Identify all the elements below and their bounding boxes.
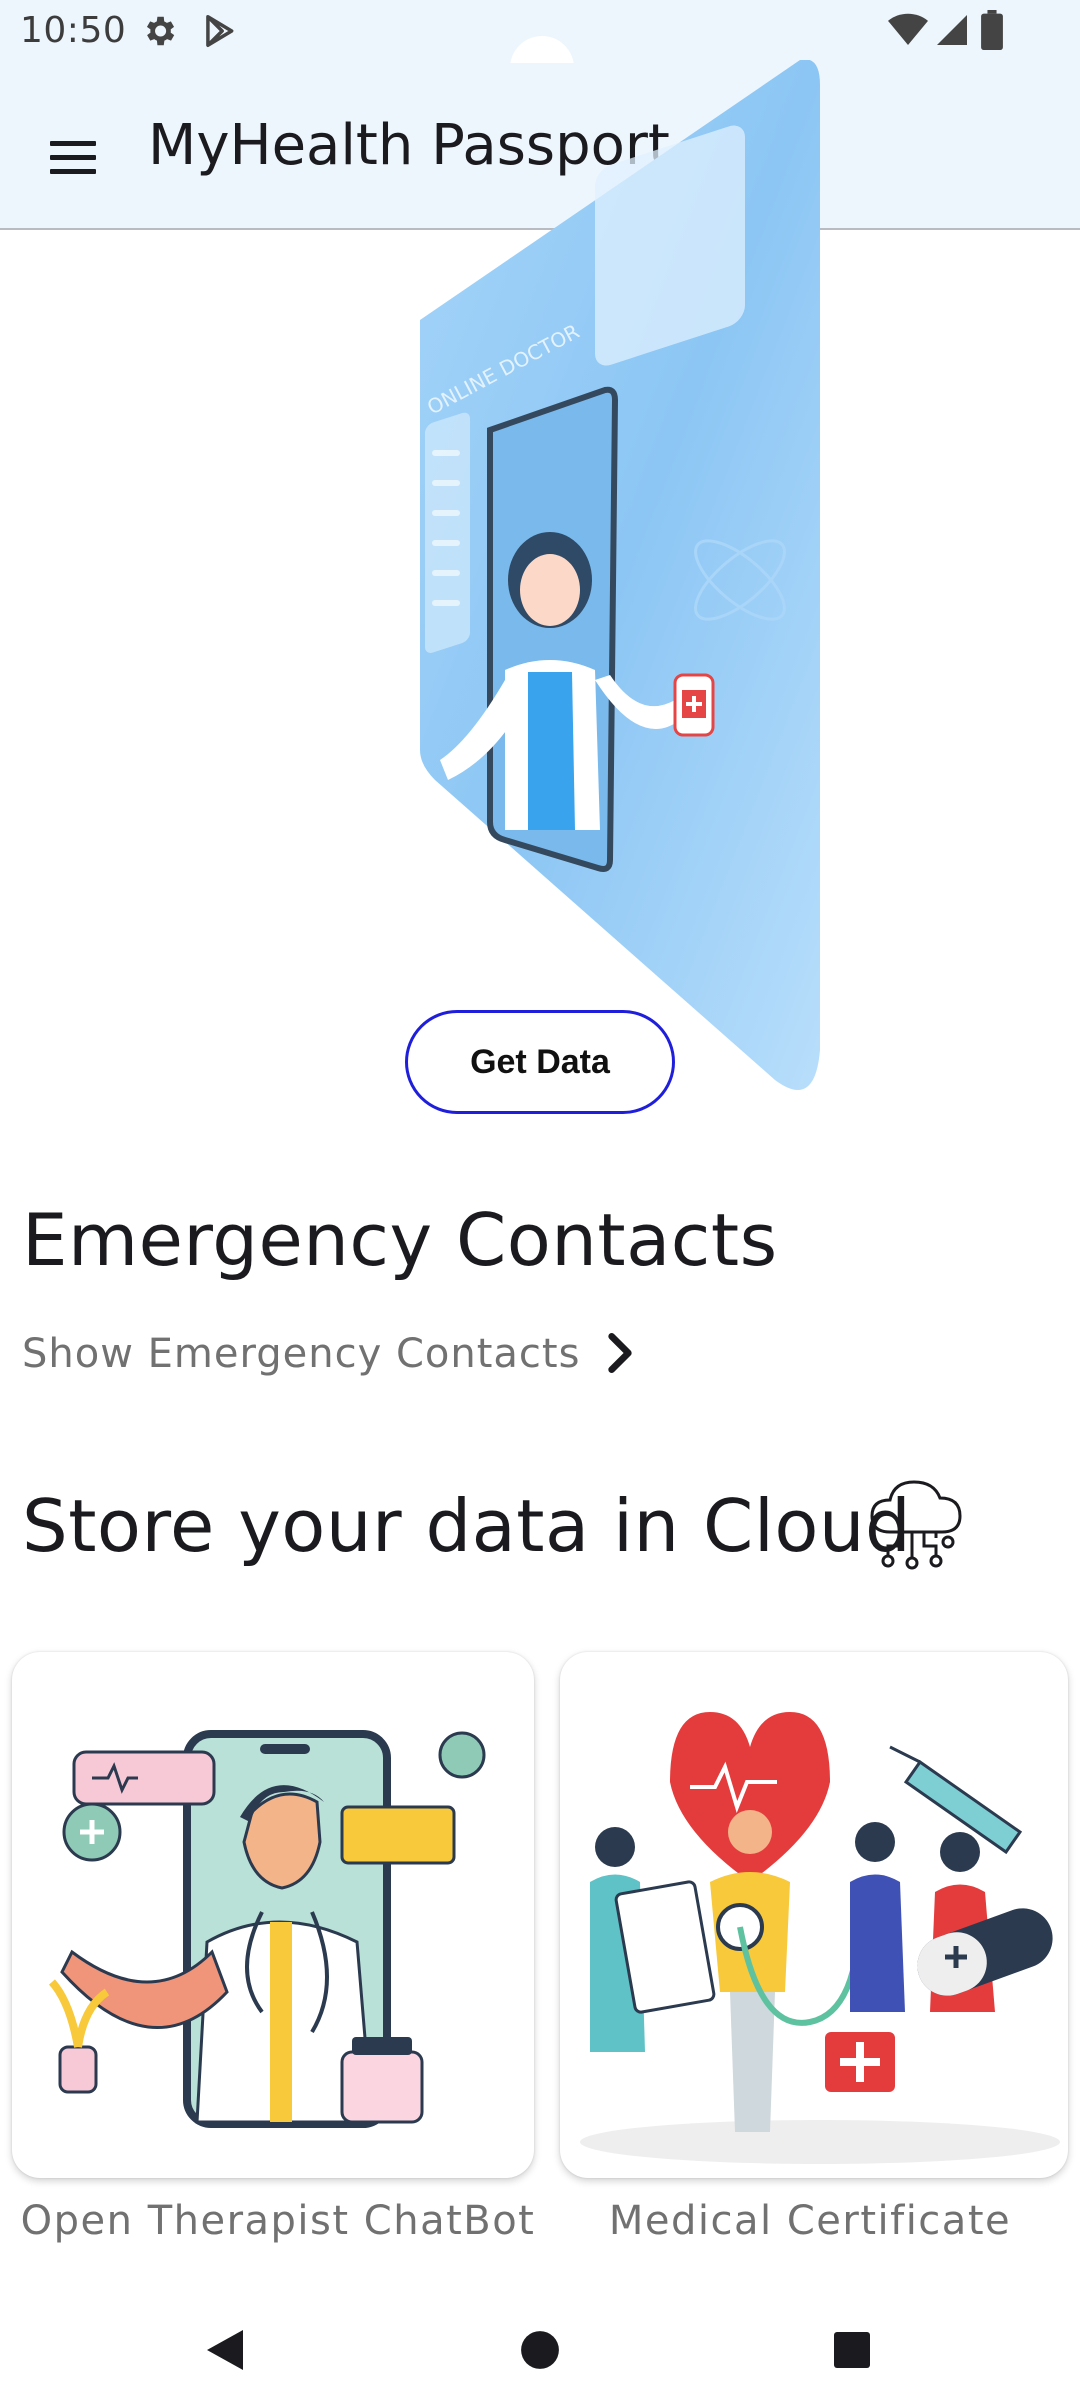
home-icon [521, 2331, 559, 2369]
chevron-right-icon[interactable] [600, 1328, 640, 1378]
nav-home-button[interactable] [500, 2310, 580, 2390]
nav-back-button[interactable] [185, 2310, 265, 2390]
battery-icon [981, 10, 1003, 50]
get-data-button[interactable]: Get Data [405, 1010, 675, 1114]
screen: 10:50 MyHealth Passport ONLINE DOCTOR Ge… [0, 0, 1080, 2400]
system-navigation-bar [0, 2290, 1080, 2400]
wifi-icon [888, 13, 928, 45]
settings-icon [146, 16, 175, 46]
status-time: 10:50 [20, 10, 127, 51]
nav-recents-button[interactable] [812, 2310, 892, 2390]
emergency-heading: Emergency Contacts [22, 1198, 778, 1282]
play-store-icon [206, 15, 234, 47]
show-emergency-label: Show Emergency Contacts [22, 1331, 581, 1377]
medical-certificate-card[interactable] [560, 1652, 1068, 2178]
menu-button[interactable] [36, 117, 116, 197]
therapist-chatbot-card[interactable] [12, 1652, 534, 2178]
therapist-illustration [48, 1730, 486, 2128]
back-icon [207, 2330, 243, 2370]
medical-certificate-label[interactable]: Medical Certificate [560, 2198, 1060, 2244]
cloud-circuit-icon [870, 1480, 962, 1570]
menu-icon [50, 140, 96, 146]
medical-team-illustration [580, 1712, 1060, 2164]
signal-icon [937, 15, 967, 45]
cloud-heading: Store your data in Cloud [22, 1484, 912, 1568]
recents-icon [834, 2332, 870, 2368]
online-doctor-illustration: ONLINE DOCTOR [420, 60, 820, 1090]
therapist-chatbot-label[interactable]: Open Therapist ChatBot [12, 2198, 544, 2244]
show-emergency-contacts-link[interactable]: Show Emergency Contacts [22, 1322, 642, 1386]
